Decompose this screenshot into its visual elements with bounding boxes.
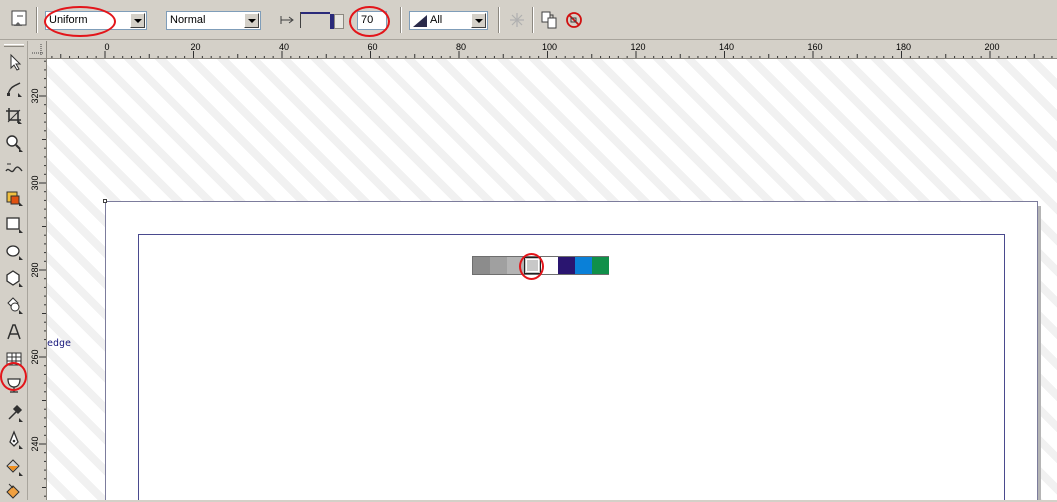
ruler-label: 160 (807, 42, 822, 52)
color-swatch[interactable] (507, 257, 524, 274)
transparency-target-value: All (430, 14, 443, 26)
ruler-label: 200 (984, 42, 999, 52)
transparency-value-field[interactable]: 70 (357, 11, 387, 30)
ruler-label: 120 (630, 42, 645, 52)
horizontal-ruler[interactable]: 0 20 40 60 80 100 120 140 160 180 200 (47, 41, 1057, 59)
ruler-label: 0 (104, 42, 109, 52)
page-corner-handle (103, 199, 107, 203)
polygon-tool-icon[interactable] (3, 267, 25, 289)
page-shadow (1038, 206, 1041, 500)
color-swatch[interactable] (592, 257, 609, 274)
transparency-target-dropdown[interactable]: All (409, 11, 488, 30)
eyedropper-tool-icon[interactable] (3, 402, 25, 424)
drawing-canvas[interactable]: edge (47, 59, 1057, 500)
color-swatch[interactable] (473, 257, 490, 274)
chevron-down-icon[interactable] (244, 13, 259, 28)
crop-tool-icon[interactable] (3, 105, 25, 127)
color-swatch[interactable] (490, 257, 507, 274)
color-swatch[interactable] (541, 257, 558, 274)
ruler-label: 140 (719, 42, 734, 52)
zoom-tool-icon[interactable] (3, 132, 25, 154)
pick-tool-icon[interactable] (3, 51, 25, 73)
vertical-ruler[interactable]: 320 300 280 260 240 (29, 59, 47, 500)
transparency-type-value: Uniform (49, 14, 88, 26)
outline-pen-tool-icon[interactable] (3, 429, 25, 451)
transparency-value: 70 (361, 14, 374, 26)
ruler-label: 260 (30, 349, 40, 364)
interactive-fill-tool-icon[interactable] (3, 480, 25, 502)
merge-mode-value: Normal (170, 14, 206, 26)
toolbox-grip[interactable] (4, 44, 24, 47)
edit-transparency-icon[interactable] (8, 8, 32, 32)
ruler-label: 40 (279, 42, 289, 52)
smart-fill-tool-icon[interactable] (3, 186, 25, 208)
text-tool-icon[interactable] (3, 321, 25, 343)
property-bar: Uniform Normal 70 All (0, 0, 1057, 40)
ruler-label: 300 (30, 175, 40, 190)
ruler-label: 320 (30, 88, 40, 103)
basic-shapes-tool-icon[interactable] (3, 294, 25, 316)
chevron-down-icon[interactable] (471, 13, 486, 28)
edge-label: edge (47, 338, 72, 349)
transparency-slider-icon (278, 10, 296, 30)
table-tool-icon[interactable] (3, 348, 25, 370)
ruler-label: 240 (30, 436, 40, 451)
interactive-transparency-tool-icon[interactable] (3, 375, 25, 397)
color-swatch[interactable] (524, 257, 541, 274)
copy-transparency-icon[interactable] (538, 8, 562, 32)
fill-tool-icon[interactable] (3, 456, 25, 478)
target-all-icon (413, 15, 427, 27)
clear-transparency-icon[interactable] (562, 8, 586, 32)
rectangle-tool-icon[interactable] (3, 213, 25, 235)
freehand-tool-icon[interactable] (3, 159, 25, 181)
ruler-label: 20 (190, 42, 200, 52)
ellipse-tool-icon[interactable] (3, 240, 25, 262)
ruler-label: 280 (30, 262, 40, 277)
ruler-label: 60 (367, 42, 377, 52)
transparency-type-dropdown[interactable]: Uniform (45, 11, 147, 30)
ruler-label: 80 (456, 42, 466, 52)
chevron-down-icon[interactable] (130, 13, 145, 28)
shape-tool-icon[interactable] (3, 78, 25, 100)
color-swatch[interactable] (558, 257, 575, 274)
color-swatch[interactable] (575, 257, 592, 274)
ruler-label: 180 (896, 42, 911, 52)
transparency-slider[interactable] (298, 12, 348, 30)
freeze-icon[interactable] (505, 8, 529, 32)
ruler-label: 100 (542, 42, 557, 52)
ruler-corner[interactable] (29, 41, 47, 59)
merge-mode-dropdown[interactable]: Normal (166, 11, 261, 30)
toolbox (0, 41, 28, 500)
